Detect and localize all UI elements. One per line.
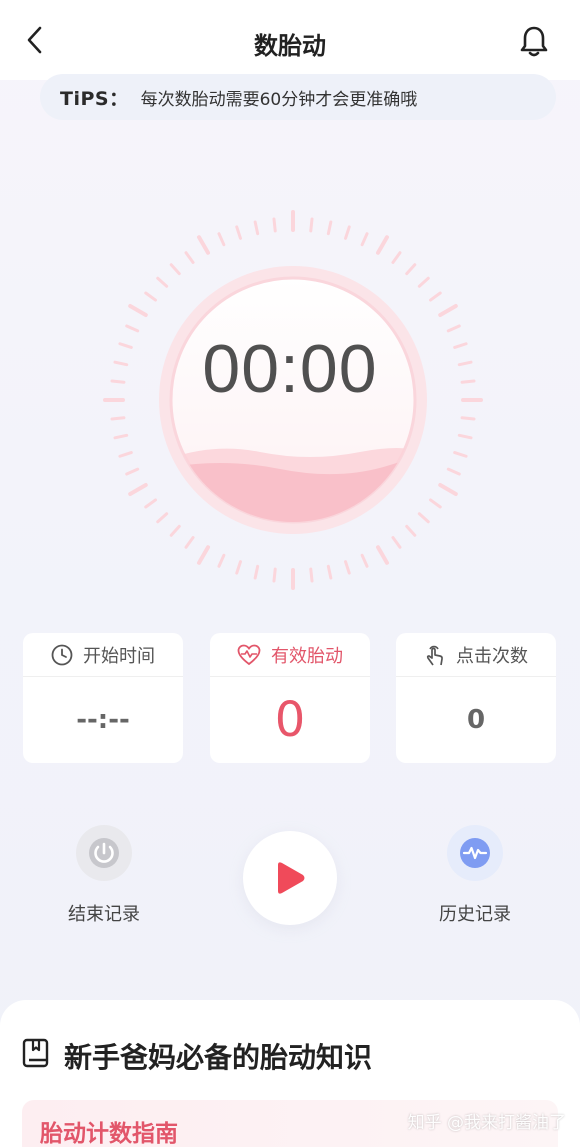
- dial-tick: [438, 483, 458, 496]
- dial-tick: [326, 220, 333, 236]
- knowledge-title: 新手爸妈必备的胎动知识: [64, 1041, 373, 1074]
- timer-display: 00:00: [202, 331, 378, 407]
- clock-icon: [51, 644, 73, 665]
- valid-movements-value: 0: [274, 692, 306, 748]
- dial-tick: [360, 553, 369, 568]
- dial-tick: [446, 467, 461, 476]
- heartbeat-icon: [237, 644, 261, 665]
- dial-tick: [197, 235, 210, 255]
- tap-hand-icon: [426, 645, 443, 665]
- dial-tick: [309, 567, 314, 583]
- watermark: 知乎 @我来打酱油了: [407, 1113, 566, 1133]
- dial-tick: [197, 545, 210, 565]
- dial-tick: [417, 276, 430, 288]
- dial-tick: [184, 536, 195, 549]
- nav-bar: 数胎动: [0, 0, 580, 80]
- dial-tick: [326, 564, 333, 580]
- power-icon: [89, 838, 119, 868]
- start-time-value: --:--: [76, 705, 130, 735]
- dial-tick: [457, 433, 473, 440]
- dial-tick: [235, 225, 242, 240]
- tap-count-label: 点击次数: [456, 645, 528, 667]
- dial-tick: [391, 536, 402, 549]
- dial-tick: [376, 545, 389, 565]
- page-title: 数胎动: [254, 32, 326, 60]
- dial-tick: [417, 512, 430, 524]
- dial-tick: [144, 291, 157, 302]
- tips-text: 每次数胎动需要60分钟才会更准确哦: [140, 89, 418, 110]
- dial-tick: [460, 416, 476, 421]
- dial-tick: [110, 416, 126, 421]
- valid-movements-label: 有效胎动: [271, 645, 343, 667]
- dial-tick: [344, 225, 351, 240]
- dial-tick: [253, 564, 260, 580]
- dial-tick: [429, 291, 442, 302]
- tips-banner: TiPS： 每次数胎动需要60分钟才会更准确哦: [40, 74, 556, 120]
- dial-tick: [217, 232, 226, 247]
- dial-tick: [360, 232, 369, 247]
- guide-title: 胎动计数指南: [40, 1121, 178, 1147]
- dial-tick: [144, 498, 157, 509]
- dial-tick: [125, 467, 140, 476]
- dial-tick: [272, 567, 277, 583]
- dial-tick: [128, 483, 148, 496]
- dial-tick: [376, 235, 389, 255]
- dial-tick: [169, 524, 181, 537]
- start-time-label: 开始时间: [83, 645, 155, 667]
- dial-tick: [113, 433, 129, 440]
- dial-tick: [391, 251, 402, 264]
- dial-tick: [429, 498, 442, 509]
- play-icon: [278, 862, 305, 894]
- dial-tick: [118, 451, 133, 458]
- dial-tick: [344, 560, 351, 575]
- tips-label: TiPS：: [60, 87, 129, 110]
- tap-count-card: 点击次数 0: [396, 633, 556, 763]
- end-record-button[interactable]: [76, 825, 132, 881]
- dial-tick: [253, 220, 260, 236]
- history-record-label: 历史记录: [439, 904, 511, 925]
- notification-button[interactable]: [518, 24, 550, 58]
- start-button[interactable]: [243, 831, 337, 925]
- dial-tick: [217, 553, 226, 568]
- start-time-card: 开始时间 --:--: [23, 633, 183, 763]
- history-record-button[interactable]: [447, 825, 503, 881]
- dial-tick: [272, 217, 277, 233]
- pulse-chart-icon: [460, 838, 490, 868]
- dial-tick: [438, 304, 458, 317]
- dial-tick: [453, 451, 468, 458]
- dial-tick: [169, 263, 181, 276]
- dial-tick: [405, 263, 417, 276]
- bell-icon: [520, 26, 548, 57]
- book-icon: [22, 1038, 49, 1068]
- valid-movements-card: 有效胎动 0: [210, 633, 370, 763]
- dial-tick: [405, 524, 417, 537]
- dial-tick: [184, 251, 195, 264]
- dial-tick: [309, 217, 314, 233]
- dial-tick: [156, 512, 169, 524]
- end-record-label: 结束记录: [68, 904, 140, 925]
- dial-tick: [156, 276, 169, 288]
- dial-tick: [128, 304, 148, 317]
- dial-tick: [235, 560, 242, 575]
- tap-count-value: 0: [466, 705, 486, 735]
